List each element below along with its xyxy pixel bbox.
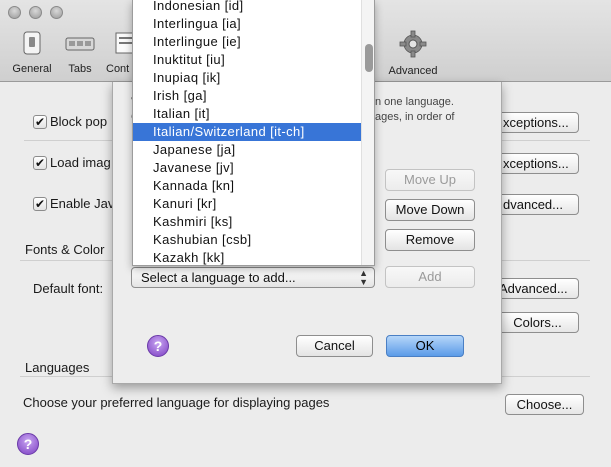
choose-languages-button[interactable]: Choose... [505,394,584,415]
menu-item-italian[interactable]: Italian [it] [133,105,361,123]
colors-button[interactable]: Colors... [496,312,579,333]
toolbar-tabs[interactable]: Tabs [62,30,98,75]
toolbar-content-label: Cont [106,63,130,75]
switch-icon [23,31,41,55]
language-popup[interactable]: Select a language to add... ▲ ▼ [131,267,375,288]
enable-javascript-checkbox[interactable]: ✔ [33,197,47,211]
toolbar-advanced-label: Advanced [388,65,438,77]
minimize-window-button[interactable] [29,6,42,19]
menu-item-interlingue[interactable]: Interlingue [ie] [133,33,361,51]
menu-item-irish[interactable]: Irish [ga] [133,87,361,105]
load-images-label: Load imag [50,155,111,170]
default-font-label: Default font: [33,281,104,296]
menu-item-japanese[interactable]: Japanese [ja] [133,141,361,159]
toolbar-content[interactable]: Cont [106,30,137,75]
toolbar-general-label: General [12,63,52,75]
ok-button[interactable]: OK [386,335,464,357]
close-window-button[interactable] [8,6,21,19]
block-popups-label: Block pop [50,114,108,129]
toolbar-advanced[interactable]: Advanced [384,30,442,77]
menu-item-indonesian[interactable]: Indonesian [id] [133,0,361,15]
cancel-button[interactable]: Cancel [296,335,373,357]
sheet-help-button[interactable]: ? [147,335,169,357]
fonts-colors-heading: Fonts & Color [25,242,105,257]
popup-arrows-icon: ▲ ▼ [359,268,368,287]
fonts-advanced-button[interactable]: Advanced... [490,278,579,299]
languages-description: Choose your preferred language for displ… [23,395,330,410]
remove-button[interactable]: Remove [385,229,475,251]
menu-item-kanuri[interactable]: Kanuri [kr] [133,195,361,213]
sheet-hint-suffix-1: n one language. [375,96,454,108]
enable-javascript-label: Enable Jav [50,196,115,211]
tabs-icon [65,37,95,51]
move-down-button[interactable]: Move Down [385,199,475,221]
menu-item-kashmiri[interactable]: Kashmiri [ks] [133,213,361,231]
move-up-button[interactable]: Move Up [385,169,475,191]
menu-item-inupiaq[interactable]: Inupiaq [ik] [133,69,361,87]
languages-heading: Languages [25,360,90,375]
menu-item-kazakh[interactable]: Kazakh [kk] [133,249,361,265]
menu-item-kannada[interactable]: Kannada [kn] [133,177,361,195]
menu-item-italian-switzerland[interactable]: Italian/Switzerland [it-ch] [133,123,361,141]
load-images-checkbox[interactable]: ✔ [33,156,47,170]
menu-scroll-thumb[interactable] [365,44,373,72]
sheet-hint-suffix-2: ages, in order of [375,111,455,123]
pane-help-button[interactable]: ? [17,433,39,455]
menu-item-interlingua[interactable]: Interlingua [ia] [133,15,361,33]
block-popups-checkbox[interactable]: ✔ [33,115,47,129]
language-popup-label: Select a language to add... [141,270,296,285]
javascript-advanced-button[interactable]: dvanced... [490,194,579,215]
menu-scrollbar[interactable] [361,0,374,265]
toolbar-tabs-label: Tabs [68,63,92,75]
popup-exceptions-button[interactable]: xceptions... [490,112,579,133]
menu-item-javanese[interactable]: Javanese [jv] [133,159,361,177]
add-button[interactable]: Add [385,266,475,288]
toolbar-general[interactable]: General [10,30,54,75]
image-exceptions-button[interactable]: xceptions... [490,153,579,174]
menu-item-inuktitut[interactable]: Inuktitut [iu] [133,51,361,69]
language-menu[interactable]: Indonesian [id] Interlingua [ia] Interli… [132,0,375,266]
gear-icon [399,30,427,58]
menu-item-kashubian[interactable]: Kashubian [csb] [133,231,361,249]
zoom-window-button[interactable] [50,6,63,19]
